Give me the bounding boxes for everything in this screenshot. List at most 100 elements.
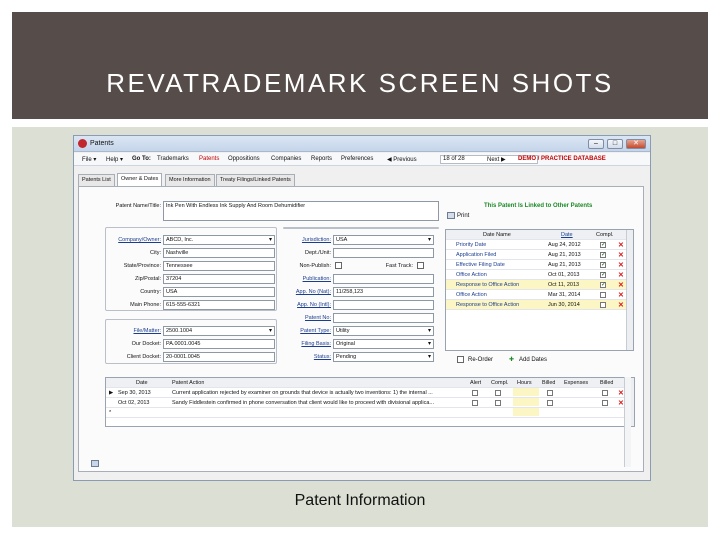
expenses-header[interactable]: Expenses [564,380,588,386]
date-row-compl-checkbox[interactable]: ✓ [600,242,606,248]
expenses-billed-checkbox[interactable] [602,400,608,406]
date-row-compl-checkbox[interactable]: ✓ [600,252,606,258]
company-owner-label[interactable]: Company/Owner: [99,237,161,243]
menu-file[interactable]: File ▾ [82,156,96,163]
patent-name-field[interactable]: Ink Pen With Endless Ink Supply And Room… [163,201,439,221]
date-row[interactable]: Response to Office Action Jun 30, 2014 ✕ [446,300,633,310]
re-order-checkbox[interactable] [457,356,464,363]
date-header[interactable]: Date [561,232,573,238]
nav-oppositions[interactable]: Oppositions [228,156,260,162]
publication-field[interactable] [333,274,434,284]
company-owner-select[interactable]: ABCD, Inc. [163,235,275,245]
next-button[interactable]: Next ▶ [487,156,506,163]
action-row[interactable]: ▶ Sep 30, 2013 Current application rejec… [106,388,634,398]
delete-x-icon[interactable]: ✕ [618,399,624,407]
delete-x-icon[interactable]: ✕ [618,271,624,279]
date-row-compl-checkbox[interactable] [600,292,606,298]
menu-help[interactable]: Help ▾ [106,156,123,163]
dept-unit-field[interactable] [333,248,434,258]
tab-treaty-filings[interactable]: Treaty Filings/Linked Patents [216,174,295,186]
our-docket-field[interactable]: PA.0001.0045 [163,339,275,349]
action-row[interactable]: Oct 02, 2013 Sandy Fiddlestein confirmed… [106,398,634,408]
delete-x-icon[interactable]: ✕ [618,261,624,269]
status-label[interactable]: Status: [271,354,331,360]
country-field[interactable]: USA [163,287,275,297]
date-row[interactable]: Effective Filing Date Aug 21, 2013 ✓ ✕ [446,260,633,270]
billed-checkbox[interactable] [547,400,553,406]
hours-cell[interactable] [513,398,539,406]
jurisdiction-select[interactable]: USA [333,235,434,245]
close-button[interactable]: ✕ [626,139,646,149]
action-compl-checkbox[interactable] [495,390,501,396]
compl-header[interactable]: Compl. [596,232,613,238]
print-button[interactable]: Print [457,213,469,219]
date-row-compl-checkbox[interactable]: ✓ [600,262,606,268]
publication-label[interactable]: Publication: [271,276,331,282]
date-row-compl-checkbox[interactable] [600,302,606,308]
date-row-compl-checkbox[interactable]: ✓ [600,272,606,278]
patent-no-field[interactable] [333,313,434,323]
date-row[interactable]: Office Action Mar 31, 2014 ✕ [446,290,633,300]
save-icon[interactable] [91,460,99,467]
action-compl-header[interactable]: Compl. [491,380,508,386]
panel-scrollbar[interactable] [624,377,631,467]
patent-type-select[interactable]: Utility [333,326,434,336]
patent-action-header[interactable]: Patent Action [172,380,204,386]
expenses-billed-checkbox[interactable] [602,390,608,396]
main-phone-field[interactable]: 615-555-6321 [163,300,275,310]
date-name-header[interactable]: Date Name [483,232,511,238]
delete-x-icon[interactable]: ✕ [618,241,624,249]
nav-patents[interactable]: Patents [199,156,219,162]
tab-owner-dates[interactable]: Owner & Dates [117,173,163,186]
date-row-compl-checkbox[interactable]: ✓ [600,282,606,288]
date-row[interactable]: Office Action Oct 01, 2013 ✓ ✕ [446,270,633,280]
billed-header[interactable]: Billed [542,380,555,386]
file-matter-select[interactable]: 2500.1004 [163,326,275,336]
linked-patents-link[interactable]: This Patent Is Linked to Other Patents [484,203,592,209]
title-bar[interactable]: Patents – □ ✕ [74,136,650,152]
alert-header[interactable]: Alert [470,380,481,386]
jurisdiction-label[interactable]: Jurisdiction: [271,237,331,243]
patent-no-label[interactable]: Patent No: [271,315,331,321]
nav-companies[interactable]: Companies [271,156,301,162]
hours-header[interactable]: Hours [517,380,532,386]
action-date-header[interactable]: Date [136,380,148,386]
tab-patents-list[interactable]: Patents List [78,174,115,186]
status-select[interactable]: Pending [333,352,434,362]
delete-x-icon[interactable]: ✕ [618,301,624,309]
app-no-intl-field[interactable] [333,300,434,310]
app-no-nat-label[interactable]: App. No (Nat): [271,289,331,295]
previous-button[interactable]: ◀ Previous [387,156,417,163]
billed-checkbox[interactable] [547,390,553,396]
client-docket-field[interactable]: 20-0001.0045 [163,352,275,362]
tab-more-information[interactable]: More Information [165,174,215,186]
printer-icon[interactable] [447,212,455,219]
patent-type-label[interactable]: Patent Type: [271,328,331,334]
alert-checkbox[interactable] [472,400,478,406]
hours-cell[interactable] [513,408,539,416]
app-no-intl-label[interactable]: App. No (Intl): [271,302,331,308]
app-no-nat-field[interactable]: 11/258,123 [333,287,434,297]
state-field[interactable]: Tennessee [163,261,275,271]
nav-preferences[interactable]: Preferences [341,156,373,162]
re-order-button[interactable]: Re-Order [468,357,493,363]
hours-cell[interactable] [513,388,539,396]
action-compl-checkbox[interactable] [495,400,501,406]
delete-x-icon[interactable]: ✕ [618,251,624,259]
new-action-row[interactable]: * [106,408,634,418]
nav-trademarks[interactable]: Trademarks [157,156,189,162]
fast-track-checkbox[interactable] [417,262,424,269]
date-row[interactable]: Response to Office Action Oct 11, 2013 ✓… [446,280,633,290]
nav-reports[interactable]: Reports [311,156,332,162]
add-icon[interactable]: ✚ [509,356,514,363]
minimize-button[interactable]: – [588,139,604,149]
add-dates-button[interactable]: Add Dates [519,357,547,363]
delete-x-icon[interactable]: ✕ [618,389,624,397]
non-publish-checkbox[interactable] [335,262,342,269]
delete-x-icon[interactable]: ✕ [618,281,624,289]
delete-x-icon[interactable]: ✕ [618,291,624,299]
city-field[interactable]: Nashville [163,248,275,258]
zip-field[interactable]: 37204 [163,274,275,284]
filing-basis-label[interactable]: Filing Basis: [271,341,331,347]
date-row[interactable]: Priority Date Aug 24, 2012 ✓ ✕ [446,240,633,250]
